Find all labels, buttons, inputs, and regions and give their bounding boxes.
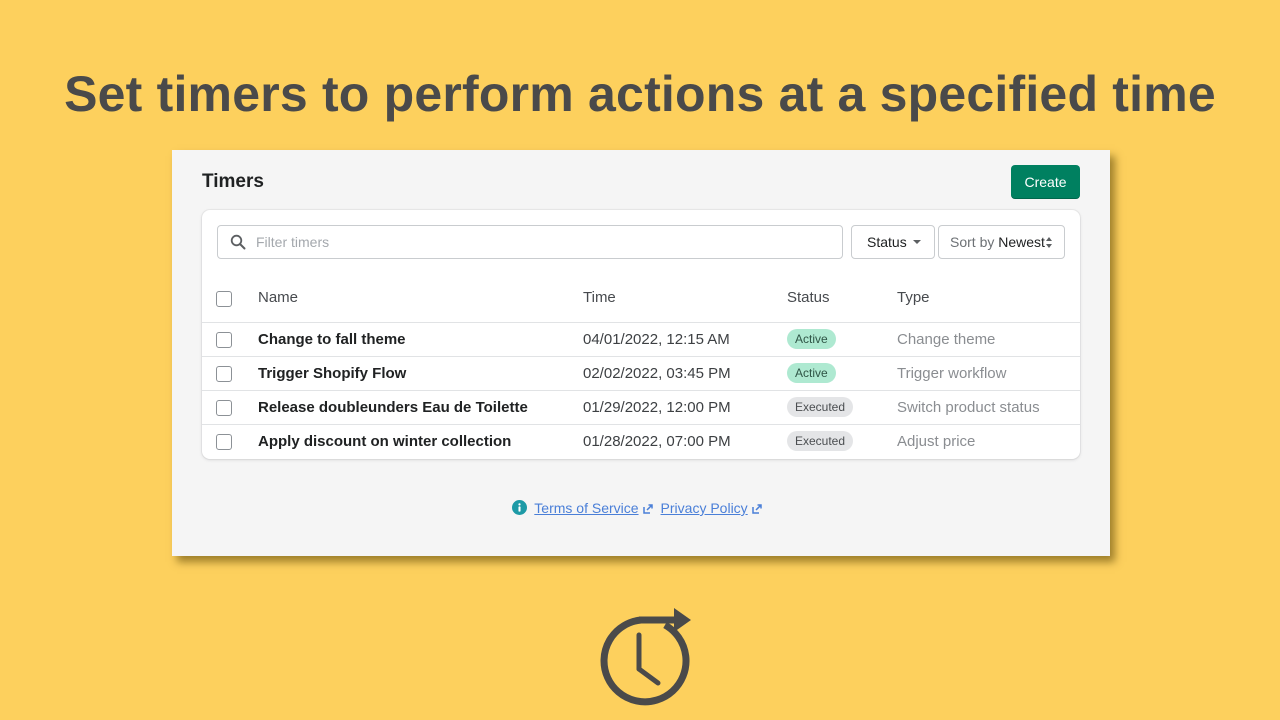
select-all-checkbox[interactable] <box>216 291 232 307</box>
timer-type: Trigger workflow <box>897 365 1007 382</box>
status-filter-label: Status <box>867 234 907 250</box>
column-header-status[interactable]: Status <box>787 279 830 316</box>
filter-input[interactable] <box>256 226 826 258</box>
sort-label: Sort by <box>950 234 995 250</box>
column-header-time[interactable]: Time <box>583 279 616 316</box>
status-badge: Executed <box>787 397 854 418</box>
external-link-icon <box>642 504 653 514</box>
headline: Set timers to perform actions at a speci… <box>64 66 1216 122</box>
timer-time: 01/29/2022, 12:00 PM <box>583 399 731 416</box>
table-row[interactable]: Release doubleunders Eau de Toilette 01/… <box>202 390 1080 424</box>
timer-name[interactable]: Apply discount on winter collection <box>258 425 511 459</box>
table-row[interactable]: Trigger Shopify Flow 02/02/2022, 03:45 P… <box>202 356 1080 390</box>
status-badge: Active <box>787 329 836 350</box>
timer-clock-arrow-icon <box>600 608 691 706</box>
status-badge: Active <box>787 363 836 384</box>
search-icon <box>230 234 246 250</box>
table-row[interactable]: Apply discount on winter collection 01/2… <box>202 424 1080 458</box>
timer-time: 01/28/2022, 07:00 PM <box>583 433 731 450</box>
row-checkbox[interactable] <box>216 434 232 450</box>
status-filter-button[interactable]: Status <box>851 225 935 259</box>
sort-updown-icon <box>1046 237 1052 248</box>
sort-button[interactable]: Sort by Newest <box>938 225 1065 259</box>
timers-table: Name Time Status Type Change to fall the… <box>202 279 1080 458</box>
timers-panel: Timers Create Status Sort by Newest <box>172 150 1110 556</box>
timer-time: 02/02/2022, 03:45 PM <box>583 365 731 382</box>
row-checkbox[interactable] <box>216 366 232 382</box>
table-header-row: Name Time Status Type <box>202 279 1080 322</box>
terms-of-service-link[interactable]: Terms of Service <box>534 500 638 516</box>
row-checkbox[interactable] <box>216 400 232 416</box>
timer-type: Adjust price <box>897 433 976 450</box>
timer-name[interactable]: Trigger Shopify Flow <box>258 357 406 391</box>
filter-field[interactable] <box>217 225 843 259</box>
page-title: Timers <box>202 171 264 192</box>
table-row[interactable]: Change to fall theme 04/01/2022, 12:15 A… <box>202 322 1080 356</box>
info-icon <box>512 500 528 515</box>
sort-value: Newest <box>998 234 1045 250</box>
privacy-policy-link[interactable]: Privacy Policy <box>661 500 748 516</box>
status-badge: Executed <box>787 431 854 452</box>
external-link-icon <box>751 504 762 514</box>
row-checkbox[interactable] <box>216 332 232 348</box>
caret-down-icon <box>913 240 921 244</box>
column-header-name[interactable]: Name <box>258 279 298 316</box>
timer-name[interactable]: Change to fall theme <box>258 323 406 357</box>
column-header-type[interactable]: Type <box>897 279 930 316</box>
timer-type: Switch product status <box>897 399 1040 416</box>
timers-card: Status Sort by Newest Name Time Status T… <box>202 210 1080 459</box>
footer-links: Terms of Service Privacy Policy <box>172 498 1110 518</box>
timer-name[interactable]: Release doubleunders Eau de Toilette <box>258 391 528 425</box>
create-button[interactable]: Create <box>1011 165 1080 199</box>
timer-time: 04/01/2022, 12:15 AM <box>583 331 730 348</box>
timer-type: Change theme <box>897 331 996 348</box>
